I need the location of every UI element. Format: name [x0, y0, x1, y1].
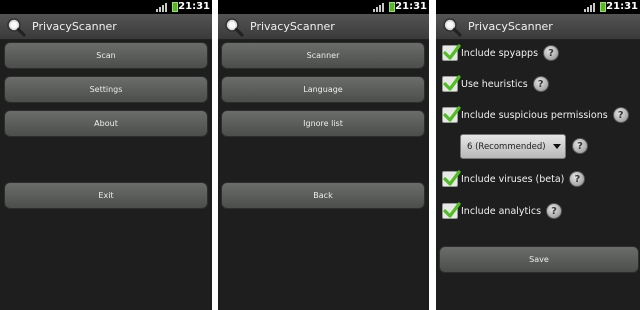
- status-clock: 21:31: [395, 1, 427, 12]
- scanner-settings-screen: 21:31 PrivacyScanner Include spyapps ? U…: [436, 0, 640, 310]
- help-icon[interactable]: ?: [569, 171, 586, 187]
- status-bar: 21:31: [0, 0, 212, 14]
- title-bar: PrivacyScanner: [436, 14, 640, 40]
- include-spyapps-label: Include spyapps: [461, 47, 539, 59]
- checkmark-icon: [443, 44, 461, 60]
- include-analytics-checkbox[interactable]: [442, 202, 461, 219]
- settings-button[interactable]: Settings: [4, 76, 208, 103]
- save-button[interactable]: Save: [439, 246, 639, 273]
- app-title: PrivacyScanner: [468, 20, 553, 33]
- app-title: PrivacyScanner: [250, 20, 335, 33]
- checkmark-icon: [443, 106, 461, 122]
- signal-icon: [584, 3, 595, 12]
- status-clock: 21:31: [178, 1, 210, 12]
- dropdown-caret-icon: [553, 144, 561, 149]
- include-spyapps-row: Include spyapps ?: [442, 43, 560, 63]
- include-suspicious-permissions-checkbox[interactable]: [442, 106, 461, 123]
- scan-button[interactable]: Scan: [4, 42, 208, 69]
- signal-icon: [156, 3, 167, 12]
- magnifier-icon: [225, 18, 244, 37]
- use-heuristics-checkbox[interactable]: [442, 75, 461, 92]
- help-icon[interactable]: ?: [612, 107, 629, 123]
- settings-menu-screen: 21:31 PrivacyScanner Scanner Language Ig…: [218, 0, 429, 310]
- title-bar: PrivacyScanner: [0, 14, 212, 40]
- back-button[interactable]: Back: [221, 182, 425, 209]
- use-heuristics-label: Use heuristics: [461, 78, 528, 90]
- main-menu-screen: 21:31 PrivacyScanner Scan Settings About…: [0, 0, 212, 310]
- include-suspicious-permissions-row: Include suspicious permissions ?: [442, 105, 629, 125]
- language-button[interactable]: Language: [221, 76, 425, 103]
- magnifier-icon: [7, 18, 26, 37]
- checkmark-icon: [443, 170, 461, 186]
- include-spyapps-checkbox[interactable]: [442, 44, 461, 61]
- status-bar: 21:31: [218, 0, 429, 14]
- help-icon[interactable]: ?: [572, 138, 588, 154]
- exit-button[interactable]: Exit: [4, 182, 208, 209]
- about-button[interactable]: About: [4, 110, 208, 137]
- battery-icon: [389, 2, 395, 12]
- permission-level-select[interactable]: 6 (Recommended): [460, 134, 566, 159]
- checkmark-icon: [443, 75, 461, 91]
- include-analytics-label: Include analytics: [461, 205, 542, 217]
- ignore-list-button[interactable]: Ignore list: [221, 110, 425, 137]
- magnifier-icon: [443, 18, 462, 37]
- help-icon[interactable]: ?: [543, 45, 560, 61]
- checkmark-icon: [443, 202, 461, 218]
- help-icon[interactable]: ?: [532, 76, 549, 92]
- help-icon[interactable]: ?: [546, 203, 563, 219]
- include-viruses-label: Include viruses (beta): [461, 173, 565, 185]
- include-viruses-row: Include viruses (beta) ?: [442, 169, 586, 189]
- title-bar: PrivacyScanner: [218, 14, 429, 40]
- signal-icon: [373, 3, 384, 12]
- battery-icon: [172, 2, 178, 12]
- permission-level-value: 6 (Recommended): [467, 141, 546, 152]
- status-clock: 21:31: [606, 1, 638, 12]
- include-viruses-checkbox[interactable]: [442, 170, 461, 187]
- battery-icon: [600, 2, 606, 12]
- scanner-button[interactable]: Scanner: [221, 42, 425, 69]
- include-suspicious-permissions-label: Include suspicious permissions: [461, 109, 608, 121]
- status-bar: 21:31: [436, 0, 640, 14]
- use-heuristics-row: Use heuristics ?: [442, 74, 549, 94]
- include-analytics-row: Include analytics ?: [442, 201, 563, 221]
- app-title: PrivacyScanner: [32, 20, 117, 33]
